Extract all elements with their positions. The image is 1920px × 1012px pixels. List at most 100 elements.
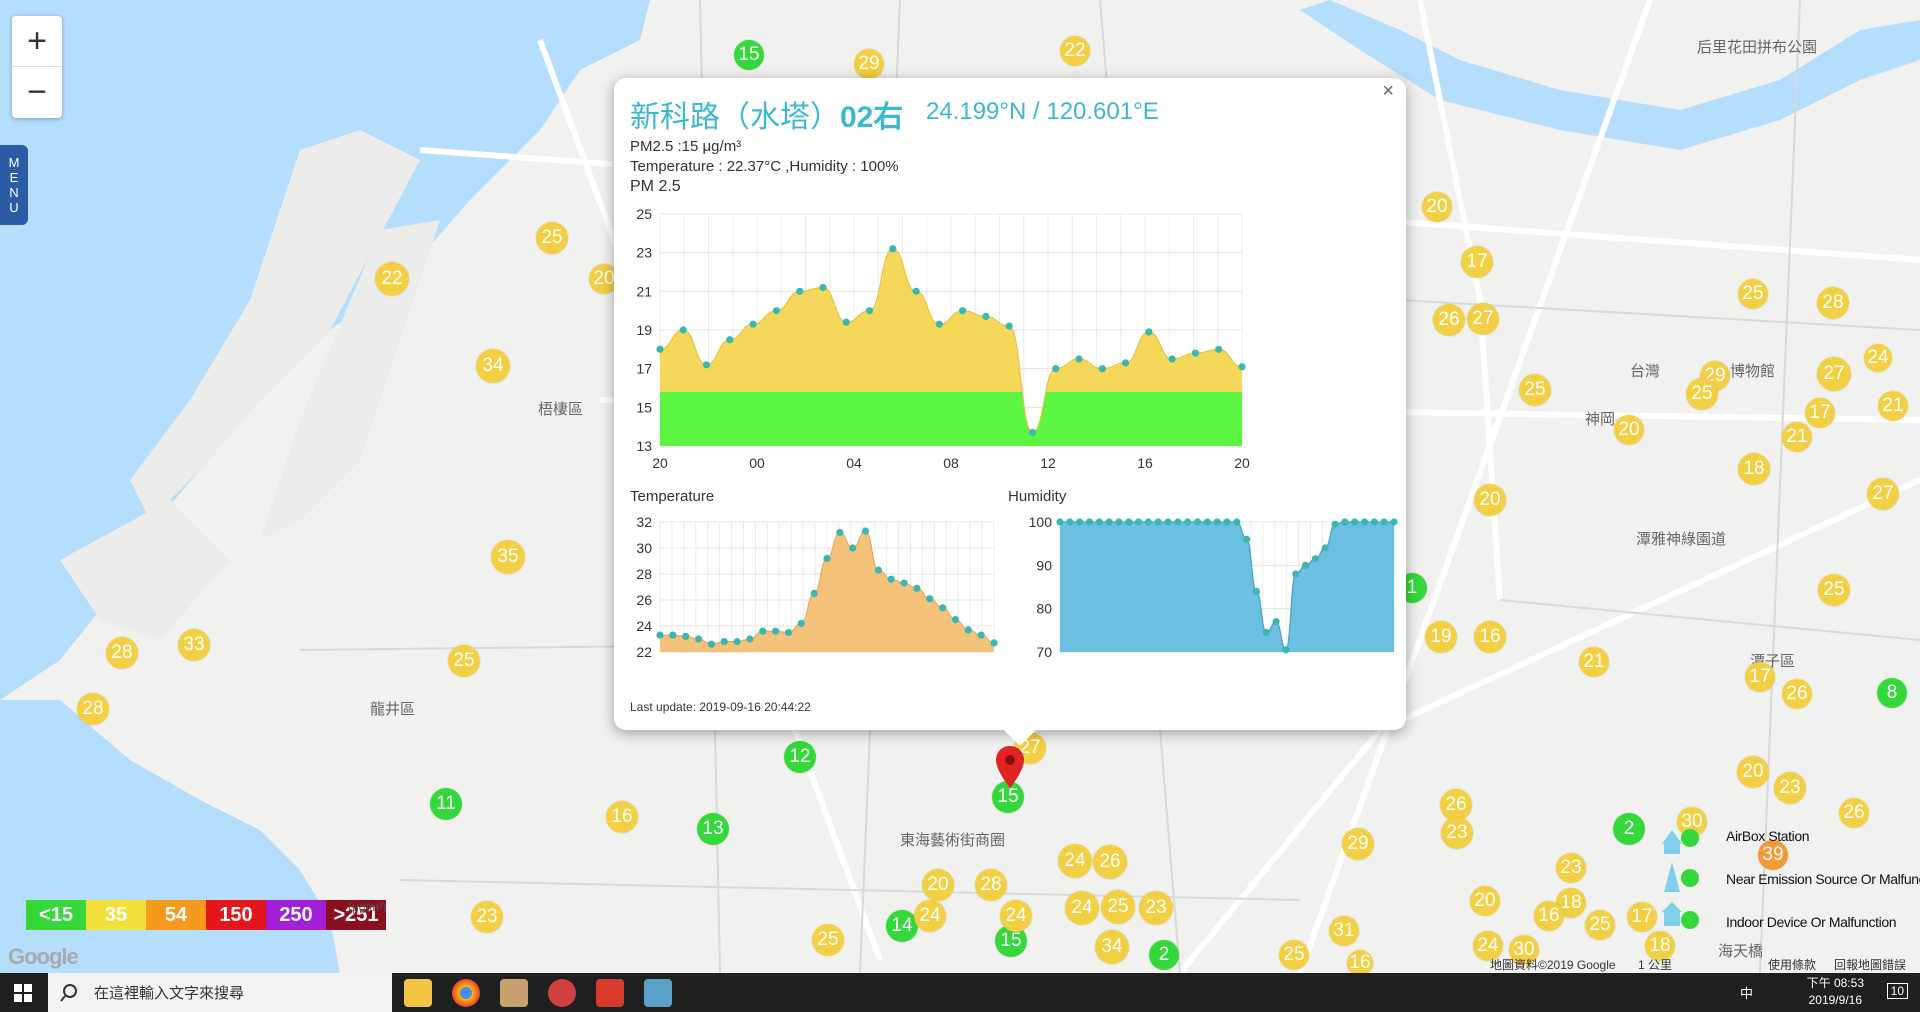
place-label: 台灣 bbox=[1630, 363, 1661, 380]
station-name: 新科路（水塔） bbox=[630, 101, 840, 134]
airbox-marker[interactable]: 22 bbox=[375, 262, 409, 296]
airbox-marker[interactable]: 25 bbox=[1818, 574, 1850, 606]
data-point bbox=[926, 595, 934, 603]
airbox-marker[interactable]: 24 bbox=[1065, 891, 1099, 925]
temp-humidity-reading: Temperature : 22.37°C ,Humidity : 100% bbox=[630, 158, 899, 175]
report-link[interactable]: 回報地圖錯誤 bbox=[1834, 956, 1906, 973]
airbox-marker[interactable]: 20 bbox=[1422, 192, 1452, 222]
airbox-marker[interactable]: 16 bbox=[606, 801, 638, 833]
airbox-marker[interactable]: 25 bbox=[1101, 890, 1135, 924]
airbox-marker[interactable]: 12 bbox=[784, 741, 816, 773]
x-tick-label: 20 bbox=[652, 455, 668, 471]
airbox-marker[interactable]: 34 bbox=[476, 349, 510, 383]
airbox-marker[interactable]: 20 bbox=[1474, 484, 1506, 516]
data-point bbox=[1272, 618, 1280, 626]
menu-tab[interactable]: M E N U bbox=[0, 145, 28, 225]
airbox-marker[interactable]: 2 bbox=[1613, 813, 1645, 845]
airbox-marker[interactable]: 20 bbox=[1614, 415, 1644, 445]
airbox-marker[interactable]: 21 bbox=[1782, 422, 1812, 452]
zoom-in-button[interactable]: + bbox=[12, 16, 62, 66]
data-point bbox=[1215, 345, 1223, 353]
airbox-marker[interactable]: 11 bbox=[430, 788, 462, 820]
pm-chart: 13 15 17 19 21 23 25 20 00 04 08 12 16 20 bbox=[636, 206, 1250, 471]
airbox-marker[interactable]: 23 bbox=[471, 901, 503, 933]
airbox-marker[interactable]: 27 bbox=[1467, 303, 1499, 335]
airbox-marker[interactable]: 23 bbox=[1774, 772, 1806, 804]
airbox-marker[interactable]: 28 bbox=[106, 637, 138, 669]
clock-time: 下午 08:53 bbox=[1806, 976, 1864, 990]
airbox-marker[interactable]: 17 bbox=[1805, 398, 1835, 428]
airbox-marker[interactable]: 21 bbox=[1579, 647, 1609, 677]
app-icon[interactable] bbox=[644, 979, 672, 1007]
place-label: 神岡 bbox=[1585, 411, 1616, 428]
airbox-marker[interactable]: 25 bbox=[1279, 940, 1309, 970]
airbox-marker[interactable]: 27 bbox=[1867, 478, 1899, 510]
airbox-marker[interactable]: 8 bbox=[1877, 678, 1907, 708]
airbox-marker[interactable]: 20 bbox=[922, 869, 954, 901]
airbox-marker[interactable]: 20 bbox=[1470, 886, 1500, 916]
airbox-marker[interactable]: 26 bbox=[1782, 679, 1812, 709]
app-icon[interactable] bbox=[596, 979, 624, 1007]
airbox-marker[interactable]: 17 bbox=[1745, 662, 1775, 692]
airbox-marker[interactable]: 17 bbox=[1461, 246, 1493, 278]
y-tick-label: 90 bbox=[1036, 557, 1052, 573]
terms-link[interactable]: 使用條款 bbox=[1768, 956, 1816, 973]
airbox-marker[interactable]: 29 bbox=[1342, 828, 1374, 860]
map-canvas[interactable]: 梧棲區 龍井區 東海藝術街商圈 潭雅神綠園道 潭子區 后里花田拼布公園 神岡 台… bbox=[0, 0, 1920, 973]
airbox-marker[interactable]: 16 bbox=[1474, 621, 1506, 653]
airbox-marker[interactable]: 25 bbox=[1738, 279, 1768, 309]
airbox-marker[interactable]: 25 bbox=[1519, 374, 1551, 406]
airbox-marker[interactable]: 25 bbox=[536, 222, 568, 254]
app-icon[interactable] bbox=[548, 979, 576, 1007]
airbox-marker[interactable]: 26 bbox=[1433, 304, 1465, 336]
windows-start-icon[interactable] bbox=[14, 984, 32, 1002]
airbox-marker[interactable]: 23 bbox=[1139, 891, 1173, 925]
airbox-marker[interactable]: 25 bbox=[1686, 378, 1718, 410]
airbox-marker[interactable]: 23 bbox=[1441, 817, 1473, 849]
airbox-marker[interactable]: 24 bbox=[1000, 900, 1032, 932]
data-point bbox=[935, 320, 943, 328]
notification-badge[interactable]: 10 bbox=[1886, 983, 1908, 999]
airbox-marker[interactable]: 33 bbox=[178, 629, 210, 661]
airbox-marker[interactable]: 29 bbox=[854, 49, 884, 79]
airbox-marker[interactable]: 27 bbox=[1817, 357, 1851, 391]
airbox-marker[interactable]: 34 bbox=[1095, 930, 1129, 964]
airbox-marker[interactable]: 22 bbox=[1060, 36, 1090, 66]
airbox-marker[interactable]: 13 bbox=[697, 813, 729, 845]
location-pin-icon[interactable] bbox=[994, 744, 1026, 790]
airbox-marker[interactable]: 19 bbox=[1425, 621, 1457, 653]
file-explorer-icon[interactable] bbox=[404, 979, 432, 1007]
airbox-marker[interactable]: 25 bbox=[1585, 910, 1615, 940]
airbox-marker[interactable]: 24 bbox=[914, 900, 946, 932]
airbox-marker[interactable]: 25 bbox=[812, 924, 844, 956]
taskbar-search[interactable]: 在這裡輸入文字來搜尋 bbox=[48, 973, 392, 1012]
clock[interactable]: 下午 08:53 2019/9/16 bbox=[1807, 975, 1864, 1009]
airbox-marker[interactable]: 24 bbox=[1058, 844, 1092, 878]
data-point bbox=[1144, 518, 1153, 526]
airbox-marker[interactable]: 35 bbox=[491, 540, 525, 574]
airbox-marker[interactable]: 2 bbox=[1149, 940, 1179, 970]
data-point bbox=[1282, 646, 1290, 654]
airbox-marker[interactable]: 28 bbox=[975, 869, 1007, 901]
airbox-marker[interactable]: 20 bbox=[1737, 756, 1769, 788]
airbox-marker[interactable]: 21 bbox=[1878, 391, 1908, 421]
airbox-marker[interactable]: 15 bbox=[734, 40, 764, 70]
chrome-icon[interactable] bbox=[452, 979, 480, 1007]
airbox-marker[interactable]: 28 bbox=[77, 693, 109, 725]
airbox-marker[interactable]: 24 bbox=[1864, 344, 1892, 372]
airbox-marker[interactable]: 18 bbox=[1738, 453, 1770, 485]
airbox-marker[interactable]: 26 bbox=[1839, 798, 1869, 828]
airbox-marker[interactable]: 16 bbox=[1347, 950, 1373, 973]
airbox-marker[interactable]: 25 bbox=[448, 645, 480, 677]
airbox-marker[interactable]: 39 bbox=[1758, 840, 1788, 870]
app-icon[interactable] bbox=[500, 979, 528, 1007]
airbox-marker[interactable]: 16 bbox=[1534, 901, 1564, 931]
zoom-out-button[interactable]: − bbox=[12, 67, 62, 117]
airbox-marker[interactable]: 23 bbox=[1556, 853, 1586, 883]
airbox-marker[interactable]: 26 bbox=[1093, 845, 1127, 879]
airbox-marker[interactable]: 31 bbox=[1329, 916, 1359, 946]
data-point bbox=[656, 631, 664, 639]
input-language[interactable]: 中 bbox=[1740, 983, 1753, 1002]
close-button[interactable]: × bbox=[1382, 80, 1394, 103]
airbox-marker[interactable]: 28 bbox=[1817, 287, 1849, 319]
